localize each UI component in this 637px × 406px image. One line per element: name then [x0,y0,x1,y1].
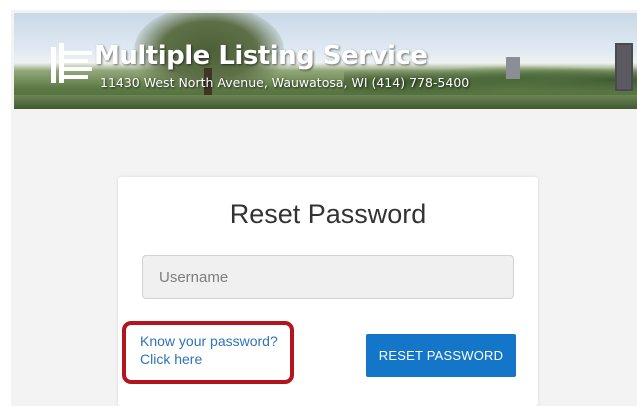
brand-address: 11430 West North Avenue, Wauwatosa, WI (… [100,75,470,90]
know-password-link-line1: Know your password? [140,333,278,349]
building-image [506,57,520,79]
reset-password-button[interactable]: RESET PASSWORD [366,334,516,377]
brand-title: Multiple Listing Service [94,41,428,71]
username-input[interactable] [142,255,514,299]
page-title: Reset Password [229,199,427,229]
building-logo-icon [51,43,92,83]
tower-image [615,43,633,91]
header-banner: Multiple Listing Service 11430 West Nort… [14,13,637,109]
know-password-link[interactable]: Know your password? Click here [140,332,278,368]
reset-password-card: Reset Password Know your password? Click… [118,177,538,406]
know-password-link-line2: Click here [140,351,203,367]
grass-strip [14,95,637,109]
